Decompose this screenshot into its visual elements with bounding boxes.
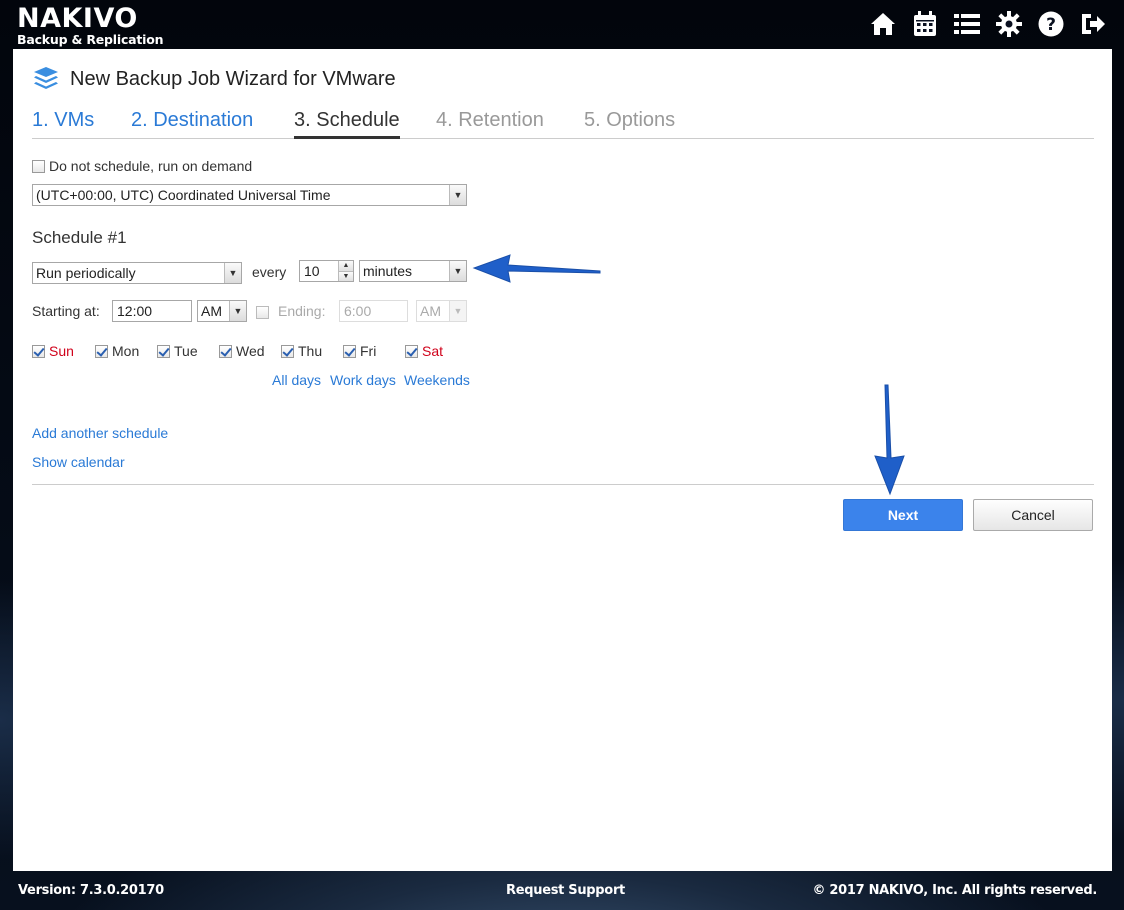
every-label: every [252,264,287,280]
day-tue-checkbox[interactable] [157,344,170,358]
timezone-value: (UTC+00:00, UTC) Coordinated Universal T… [36,187,331,203]
end-ampm-value: AM [420,303,441,319]
on-demand-label: Do not schedule, run on demand [49,158,253,174]
nakivo-logo: NAKIVO Backup & Replication [17,3,164,47]
cancel-button[interactable]: Cancel [973,499,1093,531]
end-ampm-select: AM ▼ [416,300,467,322]
day-mon[interactable]: Mon [95,343,139,359]
home-icon[interactable] [868,9,898,39]
annotation-arrow-down-icon [874,384,905,496]
logo-subtitle: Backup & Replication [17,32,164,47]
day-sat-checkbox[interactable] [405,344,418,358]
interval-value: 10 [304,263,320,279]
starting-label: Starting at: [32,303,100,319]
logo-brand: NAKIVO [17,3,138,34]
on-demand-row: Do not schedule, run on demand [32,158,252,174]
interval-stepper[interactable]: 10 ▲ ▼ [299,260,354,282]
chevron-down-icon: ▼ [449,261,466,281]
work-days-link[interactable]: Work days [330,372,396,388]
schedule-mode-value: Run periodically [36,265,136,281]
all-days-link[interactable]: All days [272,372,321,388]
tab-retention: 4. Retention [436,109,544,131]
help-icon[interactable]: ? [1036,9,1066,39]
chevron-down-icon: ▼ [449,301,466,321]
day-fri-label: Fri [360,343,377,359]
interval-unit-select[interactable]: minutes ▼ [359,260,467,282]
layers-icon [34,67,58,89]
end-time-input: 6:00 [339,300,408,322]
day-sun-label: Sun [49,343,74,359]
chevron-down-icon: ▼ [224,263,241,283]
day-wed[interactable]: Wed [219,343,265,359]
tab-schedule[interactable]: 3. Schedule [294,109,400,139]
day-mon-label: Mon [112,343,140,359]
calendar-icon[interactable] [910,9,940,39]
day-thu-label: Thu [298,343,323,359]
add-schedule-link[interactable]: Add another schedule [32,425,168,441]
end-time-value: 6:00 [344,303,372,319]
annotation-arrow-left-icon [472,254,601,283]
wizard-tabs: 1. VMs 2. Destination 3. Schedule 4. Ret… [32,108,1094,139]
request-support-link[interactable]: Request Support [506,883,625,898]
day-wed-label: Wed [236,343,265,359]
footer-version: Version: 7.3.0.20170 [18,883,164,898]
chevron-down-icon: ▼ [229,301,246,321]
day-fri[interactable]: Fri [343,343,376,359]
start-ampm-value: AM [201,303,222,319]
gear-icon[interactable] [994,9,1024,39]
start-time-input[interactable]: 12:00 [112,300,192,322]
day-tue[interactable]: Tue [157,343,198,359]
day-sat-label: Sat [422,343,444,359]
stepper-up-icon[interactable]: ▲ [339,261,353,272]
wizard-panel: New Backup Job Wizard for VMware 1. VMs … [13,49,1112,871]
top-toolbar: ? [868,9,1108,39]
divider [32,484,1094,485]
schedule-heading: Schedule #1 [32,228,127,247]
svg-text:?: ? [1046,15,1056,35]
day-mon-checkbox[interactable] [95,344,108,358]
day-sat[interactable]: Sat [405,343,443,359]
logout-icon[interactable] [1078,9,1108,39]
schedule-mode-select[interactable]: Run periodically ▼ [32,262,242,284]
day-thu[interactable]: Thu [281,343,322,359]
ending-checkbox[interactable] [256,306,269,319]
weekends-link[interactable]: Weekends [404,372,470,388]
day-fri-checkbox[interactable] [343,344,356,358]
on-demand-checkbox[interactable] [32,159,45,173]
day-sun-checkbox[interactable] [32,344,45,358]
interval-unit-value: minutes [363,263,413,279]
tab-destination[interactable]: 2. Destination [131,109,253,136]
start-ampm-select[interactable]: AM ▼ [197,300,247,322]
wizard-title: New Backup Job Wizard for VMware [70,67,396,90]
footer-copyright: © 2017 NAKIVO, Inc. All rights reserved. [812,883,1097,898]
chevron-down-icon: ▼ [449,185,466,205]
day-thu-checkbox[interactable] [281,344,294,358]
next-button[interactable]: Next [843,499,963,531]
day-wed-checkbox[interactable] [219,344,232,358]
show-calendar-link[interactable]: Show calendar [32,454,125,470]
list-icon[interactable] [952,9,982,39]
stepper-down-icon[interactable]: ▼ [339,271,353,281]
day-tue-label: Tue [174,343,198,359]
ending-label: Ending: [278,303,326,319]
timezone-select[interactable]: (UTC+00:00, UTC) Coordinated Universal T… [32,184,467,206]
stepper-buttons: ▲ ▼ [338,261,353,281]
day-sun[interactable]: Sun [32,343,74,359]
tab-vms[interactable]: 1. VMs [32,109,94,136]
wizard-header: New Backup Job Wizard for VMware [32,65,396,93]
tab-options: 5. Options [584,109,676,131]
start-time-value: 12:00 [117,303,153,319]
